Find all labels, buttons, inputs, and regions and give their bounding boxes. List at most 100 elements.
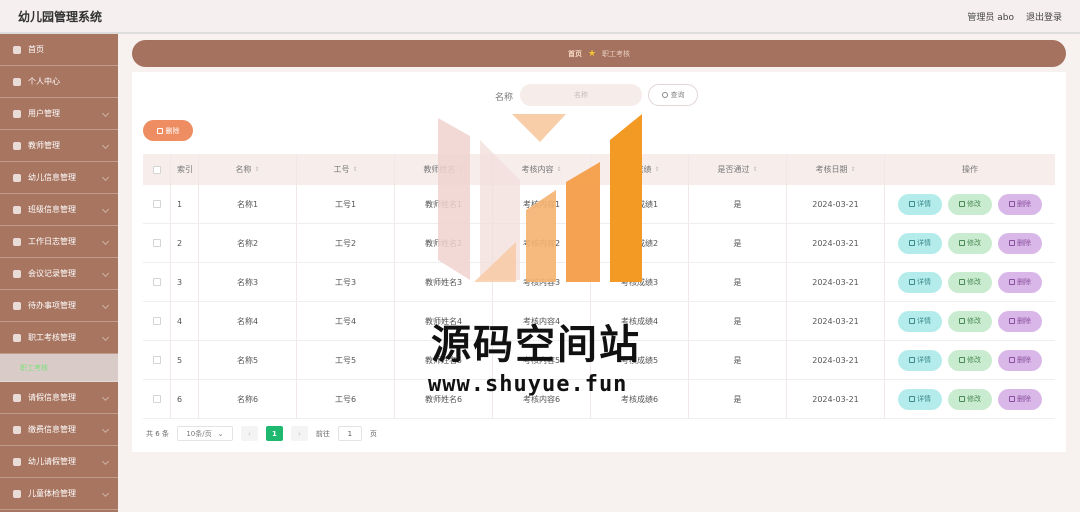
cell-name: 名称1 [199,185,297,223]
pencil-icon [959,357,965,363]
sort-icon[interactable]: ⇕ [752,166,757,173]
pencil-icon [959,396,965,402]
cell-no: 工号3 [297,263,395,301]
sort-icon[interactable]: ⇕ [654,166,659,173]
sidebar-item[interactable]: 待办事项管理 [0,290,118,322]
header-name[interactable]: 名称 ⇕ [199,154,297,185]
goto-page-input[interactable]: 1 [337,426,362,441]
document-icon [909,240,915,246]
sidebar-item-label: 个人中心 [28,77,60,86]
chevron-down-icon [101,333,110,342]
sort-icon[interactable]: ⇕ [254,166,259,173]
cell-date: 2024-03-21 [787,185,885,223]
trash-icon [1009,240,1015,246]
sidebar-item-label: 幼儿信息管理 [28,173,76,182]
sidebar-item[interactable]: 职工考核 [0,354,118,382]
menu-icon [13,393,21,402]
cell-pass: 是 [689,341,787,379]
search-button[interactable]: 查询 [648,84,698,106]
document-icon [909,318,915,324]
sidebar-item[interactable]: 职工考核管理 [0,322,118,354]
sidebar-item[interactable]: 班级信息管理 [0,194,118,226]
row-checkbox[interactable] [152,317,161,325]
select-all-checkbox[interactable] [152,165,161,174]
cell-name: 名称6 [199,380,297,418]
detail-button[interactable]: 详情 [898,271,942,293]
row-actions: 详情 修改 删除 [885,224,1055,262]
sidebar-item-label: 班级信息管理 [28,205,76,214]
search-input[interactable] [520,84,642,106]
sidebar-item[interactable]: 幼儿请假管理 [0,446,118,478]
sidebar-item[interactable]: 工作日志管理 [0,226,118,258]
edit-button[interactable]: 修改 [948,310,992,332]
delete-button[interactable]: 删除 [998,310,1042,332]
watermark-logo [438,114,642,282]
sidebar-item[interactable]: 儿童体检管理 [0,478,118,510]
row-checkbox[interactable] [152,395,161,403]
header-pass[interactable]: 是否通过 ⇕ [689,154,787,185]
edit-button[interactable]: 修改 [948,232,992,254]
next-page-button[interactable]: › [290,426,308,441]
cell-index: 4 [171,302,199,340]
row-checkbox[interactable] [152,239,161,247]
sidebar-item[interactable]: 请假信息管理 [0,382,118,414]
detail-button[interactable]: 详情 [898,193,942,215]
logout-link[interactable]: 退出登录 [1026,10,1062,23]
user-label[interactable]: 管理员 abo [967,10,1014,23]
sidebar-item[interactable]: 用户管理 [0,98,118,130]
delete-button[interactable]: 删除 [998,232,1042,254]
sidebar-item[interactable]: 教师管理 [0,130,118,162]
row-checkbox[interactable] [152,278,161,286]
sidebar-item-label: 首页 [28,45,44,54]
delete-button[interactable]: 删除 [998,193,1042,215]
detail-button[interactable]: 详情 [898,310,942,332]
detail-button[interactable]: 详情 [898,232,942,254]
header-date[interactable]: 考核日期 ⇕ [787,154,885,185]
batch-delete-label: 删除 [165,126,180,135]
edit-button-label: 修改 [967,317,981,325]
edit-button[interactable]: 修改 [948,193,992,215]
detail-button[interactable]: 详情 [898,349,942,371]
sidebar-item[interactable]: 缴费信息管理 [0,414,118,446]
sidebar-item-label: 待办事项管理 [28,301,76,310]
row-checkbox[interactable] [152,356,161,364]
edit-button-label: 修改 [967,200,981,208]
chevron-down-icon [101,173,110,182]
row-select-cell [143,302,171,340]
edit-button[interactable]: 修改 [948,388,992,410]
page-number-button[interactable]: 1 [265,426,283,441]
cell-no: 工号2 [297,224,395,262]
delete-button-label: 删除 [1017,356,1031,364]
breadcrumb-home[interactable]: 首页 [568,49,582,59]
batch-delete-button[interactable]: 删除 [143,120,193,141]
edit-button[interactable]: 修改 [948,271,992,293]
sidebar-item[interactable]: 会议记录管理 [0,258,118,290]
row-actions: 详情 修改 删除 [885,263,1055,301]
breadcrumb: 首页 ★ 职工考核 [132,40,1066,67]
detail-button-label: 详情 [917,395,931,403]
row-select-cell [143,380,171,418]
watermark-title: 源码空间站 [431,321,641,368]
row-actions: 详情 修改 删除 [885,302,1055,340]
cell-pass: 是 [689,302,787,340]
delete-button[interactable]: 删除 [998,349,1042,371]
row-checkbox[interactable] [152,200,161,208]
header-index: 索引 [171,154,199,185]
delete-button[interactable]: 删除 [998,271,1042,293]
detail-button[interactable]: 详情 [898,388,942,410]
chevron-down-icon [101,109,110,118]
delete-button[interactable]: 删除 [998,388,1042,410]
cell-date: 2024-03-21 [787,263,885,301]
header-no[interactable]: 工号 ⇕ [297,154,395,185]
cell-index: 2 [171,224,199,262]
sidebar-item-label: 用户管理 [28,109,60,118]
sort-icon[interactable]: ⇕ [352,166,357,173]
delete-button-label: 删除 [1017,317,1031,325]
sidebar-item[interactable]: 幼儿信息管理 [0,162,118,194]
sort-icon[interactable]: ⇕ [850,166,855,173]
prev-page-button[interactable]: ‹ [240,426,258,441]
edit-button[interactable]: 修改 [948,349,992,371]
sidebar-item[interactable]: 首页 [0,34,118,66]
sidebar-item[interactable]: 个人中心 [0,66,118,98]
page-size-select[interactable]: 10条/页 ⌄ [176,426,233,441]
